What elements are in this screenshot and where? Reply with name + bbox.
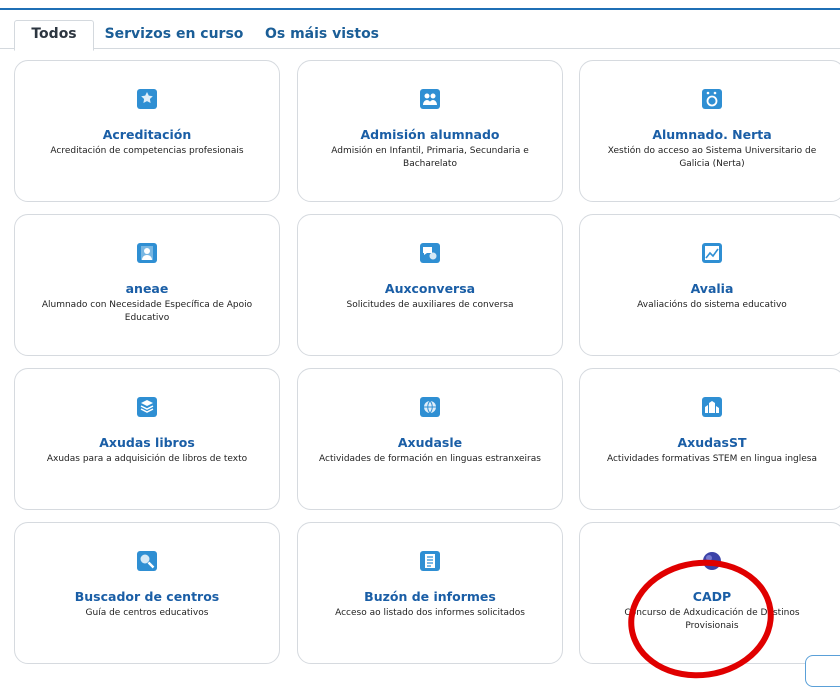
report-icon [420, 551, 440, 571]
service-title[interactable]: Admisión alumnado [306, 127, 554, 142]
globe-icon [420, 397, 440, 417]
books-icon [137, 397, 157, 417]
service-title[interactable]: aneae [23, 281, 271, 296]
service-title[interactable]: Avalia [588, 281, 836, 296]
service-card-axudasle[interactable]: Axudasle Actividades de formación en ling… [297, 368, 563, 510]
service-description: Solicitudes de auxiliares de conversa [346, 300, 514, 310]
service-description: Xestión do acceso ao Sistema Universitar… [607, 146, 817, 169]
scroll-top-button[interactable] [805, 655, 840, 687]
service-description: Acceso ao listado dos informes solicitad… [335, 608, 525, 618]
service-description: Actividades formativas STEM en lingua in… [606, 454, 818, 464]
service-card-avalia[interactable]: Avalia Avaliacións do sistema educativo [579, 214, 840, 356]
service-card-aneae[interactable]: aneae Alumnado con Necesidade Específica … [14, 214, 280, 356]
service-card-admision-alumnado[interactable]: Admisión alumnado Admisión en Infantil, P… [297, 60, 563, 202]
service-title[interactable]: Alumnado. Nerta [588, 127, 836, 142]
service-description: Guía de centros educativos [85, 608, 209, 618]
group-icon [420, 89, 440, 109]
tab-todos[interactable]: Todos [14, 20, 94, 51]
buildings-icon [702, 397, 722, 417]
person-icon [137, 243, 157, 263]
service-card-buzon-de-informes[interactable]: Buzón de informes Acceso ao listado dos i… [297, 522, 563, 664]
service-description: Admisión en Infantil, Primaria, Secundar… [331, 146, 529, 169]
line-chart-icon [702, 243, 722, 263]
service-description: Alumnado con Necesidade Específica de Ap… [41, 300, 253, 323]
conversation-icon [420, 243, 440, 263]
service-card-auxconversa[interactable]: Auxconversa Solicitudes de auxiliares de … [297, 214, 563, 356]
service-description: Avaliacións do sistema educativo [637, 300, 787, 310]
service-card-acreditacion[interactable]: Acreditación Acreditación de competencias… [14, 60, 280, 202]
service-card-buscador-de-centros[interactable]: Buscador de centros Guía de centros educa… [14, 522, 280, 664]
service-title[interactable]: Buscador de centros [23, 589, 271, 604]
service-description: Acreditación de competencias profesionai… [50, 146, 244, 156]
service-title[interactable]: Acreditación [23, 127, 271, 142]
service-title[interactable]: Buzón de informes [306, 589, 554, 604]
tab-bar: Todos Servizos en curso Os máis vistos [0, 10, 840, 51]
badge-icon [137, 89, 157, 109]
nerta-icon [702, 89, 722, 109]
service-title[interactable]: AxudasST [588, 435, 836, 450]
service-title[interactable]: Axudasle [306, 435, 554, 450]
tab-servizos-en-curso[interactable]: Servizos en curso [104, 21, 244, 48]
service-title[interactable]: Auxconversa [306, 281, 554, 296]
service-title[interactable]: Axudas libros [23, 435, 271, 450]
service-description: Axudas para a adquisición de libros de t… [46, 454, 248, 464]
service-card-axudasst[interactable]: AxudasST Actividades formativas STEM en l… [579, 368, 840, 510]
service-card-alumnado-nerta[interactable]: Alumnado. Nerta Xestión do acceso ao Sist… [579, 60, 840, 202]
tab-os-mais-vistos[interactable]: Os máis vistos [262, 21, 382, 48]
search-icon [137, 551, 157, 571]
service-card-axudas-libros[interactable]: Axudas libros Axudas para a adquisición d… [14, 368, 280, 510]
service-description: Actividades de formación en linguas estr… [319, 454, 541, 464]
